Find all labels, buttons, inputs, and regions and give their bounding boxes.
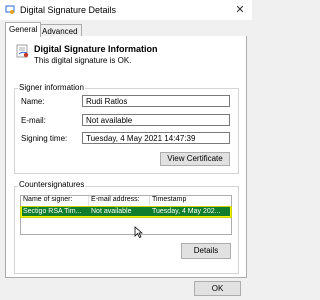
close-button[interactable]: ✕ <box>232 3 248 17</box>
tab-general[interactable]: General <box>5 22 42 37</box>
signature-ok-icon <box>16 44 29 58</box>
row-signer-name: Sectigo RSA Tim... <box>23 208 82 215</box>
certificate-icon <box>5 5 15 14</box>
countersignatures-label: Countersignatures <box>18 180 86 189</box>
signing-time-field[interactable]: Tuesday, 4 May 2021 14:47:39 <box>82 132 230 144</box>
details-button[interactable]: Details <box>181 243 231 259</box>
window-title: Digital Signature Details <box>20 5 117 15</box>
view-certificate-button[interactable]: View Certificate <box>160 152 230 166</box>
email-label: E-mail: <box>21 116 46 125</box>
signer-info-label: Signer information <box>18 83 85 92</box>
row-email: Not available <box>91 208 132 215</box>
column-header-name[interactable]: Name of signer: <box>23 196 72 206</box>
email-field[interactable]: Not available <box>82 114 230 126</box>
name-field[interactable]: Rudi Ratlos <box>82 95 230 107</box>
signing-time-label: Signing time: <box>21 134 68 143</box>
mouse-cursor-icon <box>134 226 143 238</box>
row-timestamp: Tuesday, 4 May 202... <box>152 208 221 215</box>
info-title: Digital Signature Information <box>34 44 158 54</box>
info-status: This digital signature is OK. <box>34 56 132 65</box>
ok-button[interactable]: OK <box>194 281 241 296</box>
column-header-timestamp[interactable]: Timestamp <box>152 196 186 206</box>
name-label: Name: <box>21 97 45 106</box>
column-header-email[interactable]: E-mail address: <box>91 196 140 206</box>
